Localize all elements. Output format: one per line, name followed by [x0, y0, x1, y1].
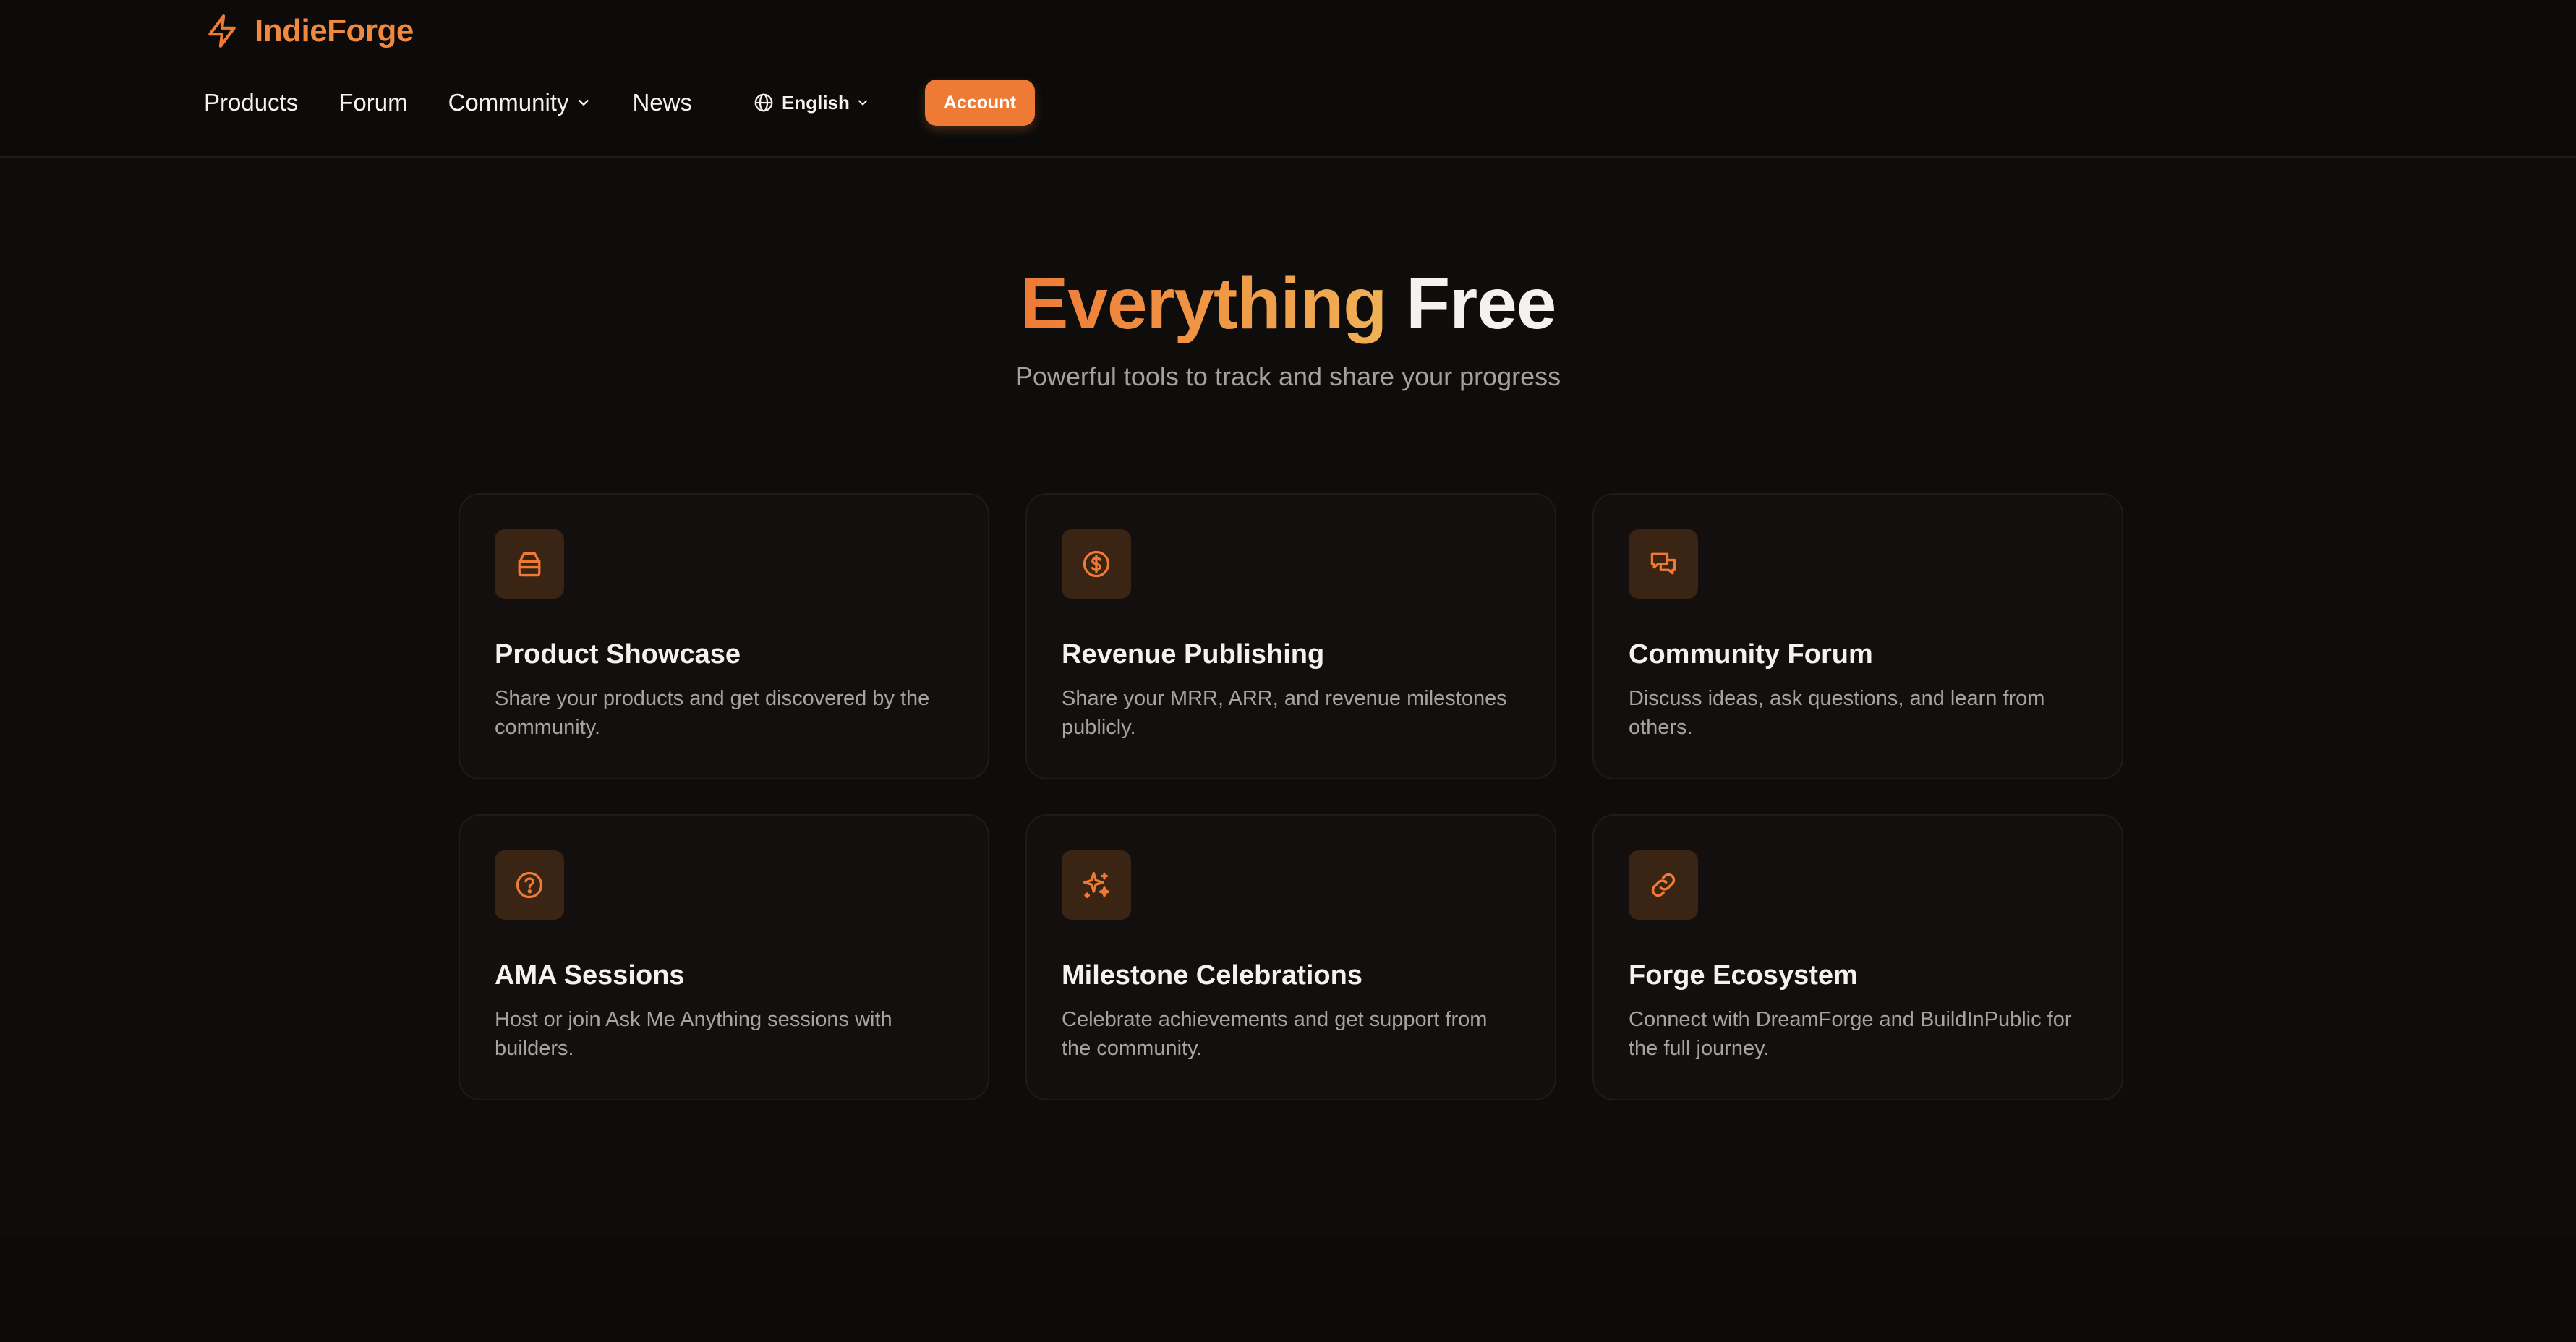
nav-link-community[interactable]: Community: [448, 89, 592, 116]
feature-title: Forge Ecosystem: [1629, 960, 1858, 991]
brand-name: IndieForge: [255, 13, 414, 48]
question-circle-icon: [516, 871, 543, 899]
nav-link-news[interactable]: News: [632, 89, 692, 116]
feature-icon-tile: [1629, 529, 1698, 599]
hero-title: Everything Free: [0, 260, 2576, 347]
feature-description: Share your products and get discovered b…: [495, 687, 930, 739]
lightning-bolt-icon: [208, 14, 236, 48]
feature-title: Milestone Celebrations: [1062, 960, 1362, 991]
site-header: IndieForge Products Forum Community News…: [0, 0, 2576, 158]
feature-grid: Product Showcase Share your products and…: [459, 493, 2123, 1100]
feature-card-community-forum: Community Forum Discuss ideas, ask quest…: [1592, 493, 2123, 779]
main-nav: Products Forum Community News English Ac…: [204, 78, 1035, 127]
feature-card-forge-ecosystem: Forge Ecosystem Connect with DreamForge …: [1592, 814, 2123, 1100]
feature-title: Community Forum: [1629, 639, 1873, 670]
sparkles-icon: [1083, 871, 1110, 899]
hero-subtitle: Powerful tools to track and share your p…: [1015, 362, 1561, 391]
hero-title-plain: Free: [1406, 263, 1556, 344]
globe-icon: [754, 93, 773, 112]
brand-logo-link[interactable]: IndieForge: [204, 10, 414, 52]
feature-icon-tile: [495, 529, 564, 599]
chat-bubbles-icon: [1650, 552, 1676, 575]
feature-icon-tile: [1062, 850, 1131, 920]
feature-card-milestone-celebrations: Milestone Celebrations Celebrate achieve…: [1025, 814, 1556, 1100]
feature-title: Revenue Publishing: [1062, 639, 1325, 670]
chevron-down-icon: [579, 100, 589, 106]
nav-link-products[interactable]: Products: [204, 89, 298, 116]
dollar-circle-icon: [1083, 550, 1110, 578]
feature-title: AMA Sessions: [495, 960, 685, 991]
feature-title: Product Showcase: [495, 639, 741, 670]
nav-link-forum[interactable]: Forum: [338, 89, 407, 116]
link-icon: [1651, 873, 1676, 897]
feature-description: Discuss ideas, ask questions, and learn …: [1629, 687, 2045, 739]
feature-description: Host or join Ask Me Anything sessions wi…: [495, 1008, 892, 1060]
language-selector[interactable]: English: [753, 92, 870, 114]
feature-icon-tile: [495, 850, 564, 920]
feature-card-product-showcase: Product Showcase Share your products and…: [459, 493, 989, 779]
feature-card-ama-sessions: AMA Sessions Host or join Ask Me Anythin…: [459, 814, 989, 1100]
feature-description: Connect with DreamForge and BuildInPubli…: [1629, 1008, 2072, 1060]
footer-band: [0, 1238, 2576, 1342]
chevron-down-icon: [858, 100, 867, 106]
feature-description: Share your MRR, ARR, and revenue milesto…: [1062, 687, 1507, 739]
feature-description: Celebrate achievements and get support f…: [1062, 1008, 1488, 1060]
language-label: English: [781, 91, 850, 114]
feature-card-revenue-publishing: Revenue Publishing Share your MRR, ARR, …: [1025, 493, 1556, 779]
account-button[interactable]: Account: [924, 80, 1035, 126]
hero-title-accent: Everything: [1020, 263, 1388, 344]
feature-icon-tile: [1629, 850, 1698, 920]
feature-icon-tile: [1062, 529, 1131, 599]
store-icon: [518, 552, 541, 577]
nav-link-community-label: Community: [448, 89, 569, 116]
